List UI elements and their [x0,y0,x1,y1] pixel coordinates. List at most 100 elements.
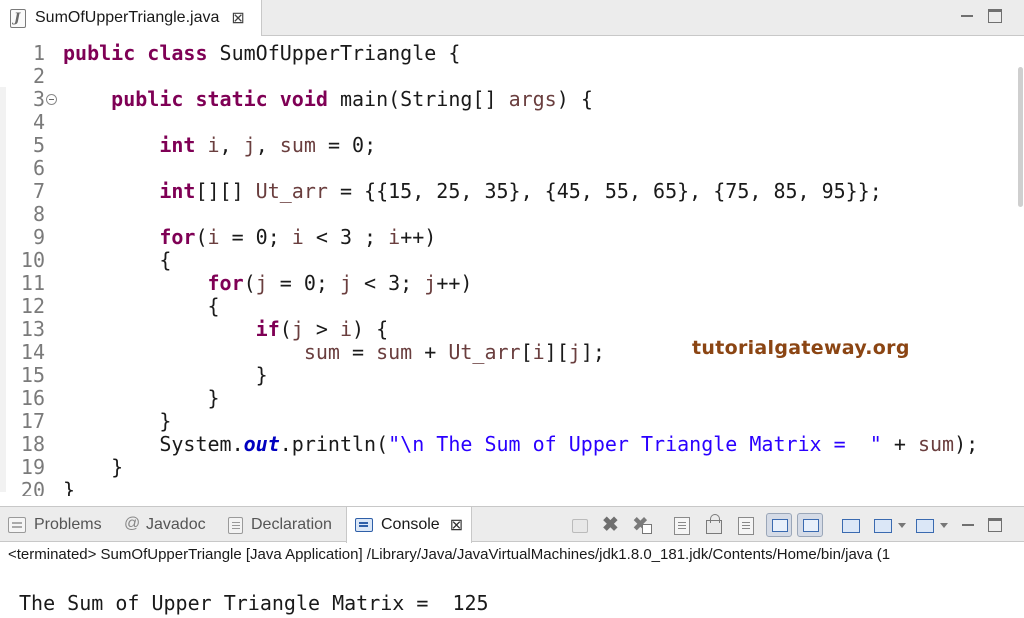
minimize-icon[interactable] [962,524,974,526]
line-number: 13 [20,317,45,341]
show-console-on-stdout-icon[interactable] [766,513,792,537]
code-token: = {{15, 25, 35}, {45, 55, 65}, {75, 85, … [327,179,882,203]
maximize-icon[interactable] [988,518,1002,532]
editor-scrollbar-thumb[interactable] [1018,67,1023,207]
tab-javadoc-label: Javadoc [146,516,206,533]
code-token: < 3 ; [303,225,389,249]
code-line[interactable]: 7 int[][] Ut_arr = {{15, 25, 35}, {45, 5… [0,180,1010,203]
code-line[interactable]: 17 } [0,410,1010,433]
code-token: } [63,409,172,433]
line-number: 5 [32,133,45,157]
field-token: out [243,432,280,456]
tab-problems-label: Problems [34,516,102,533]
variable-token: sum [303,340,340,364]
tab-console-label: Console [381,516,440,533]
line-number: 2 [32,64,45,88]
show-console-on-stderr-icon[interactable] [797,513,823,537]
editor-scrollbar[interactable] [1014,37,1024,496]
problems-icon [8,517,26,533]
chevron-down-icon[interactable] [940,523,948,528]
clear-page-icon[interactable] [674,517,690,535]
open-console-icon[interactable] [916,519,934,533]
code-line[interactable]: 13 if(j > i) { [0,318,1010,341]
code-line[interactable]: 18 System.out.println("\n The Sum of Upp… [0,433,1010,456]
code-token: < 3; [352,271,425,295]
code-token: + [881,432,918,456]
code-line[interactable]: 11 for(j = 0; j < 3; j++) [0,272,1010,295]
chevron-down-icon[interactable] [898,523,906,528]
console-status-line: <terminated> SumOfUpperTriangle [Java Ap… [8,546,891,563]
word-wrap-icon[interactable] [738,517,754,535]
variable-token: args [508,87,557,111]
code-text: if(j > i) { [63,318,388,341]
console-view-tab-bar: Problems Javadoc Declaration Console ⊠ [0,506,1024,543]
code-line[interactable]: 2 [0,65,1010,88]
close-icon[interactable]: ⊠ [450,515,463,535]
code-line[interactable]: 10 { [0,249,1010,272]
console-output[interactable]: The Sum of Upper Triangle Matrix = 125 [19,591,489,615]
variable-token: sum [917,432,955,456]
code-line[interactable]: 15 } [0,364,1010,387]
line-number: 15 [20,363,45,387]
terminate-icon[interactable] [602,512,622,530]
code-token: ); [954,432,979,456]
variable-token: j [255,271,268,295]
code-token: .println( [279,432,389,456]
code-text: sum = sum + Ut_arr[i][j]; [63,341,605,364]
line-number: 20 [20,478,45,497]
code-line[interactable]: 16 } [0,387,1010,410]
code-line[interactable]: 6 [0,157,1010,180]
tab-declaration[interactable]: Declaration [228,507,332,543]
line-number: 7 [32,179,45,203]
variable-token: j [339,271,353,295]
collapse-icon[interactable] [46,94,57,105]
tab-problems[interactable]: Problems [8,507,102,543]
code-line[interactable]: 19 } [0,456,1010,479]
code-line[interactable]: 8 [0,203,1010,226]
code-token: = 0; [315,133,377,157]
code-line[interactable]: 1 public class SumOfUpperTriangle { [0,42,1010,65]
code-line[interactable]: 20} [0,478,1010,497]
variable-token: j [568,340,581,364]
code-line[interactable]: 9 for(i = 0; i < 3 ; i++) [0,226,1010,249]
tab-console[interactable]: Console ⊠ [346,507,473,543]
scroll-lock-icon[interactable] [706,514,722,534]
remove-all-terminated-icon[interactable] [632,512,652,534]
code-text: } [63,479,75,497]
variable-token: j [424,271,437,295]
code-editor[interactable]: tutorialgateway.org 1 public class SumOfU… [0,37,1024,496]
code-line[interactable]: 12 { [0,295,1010,318]
variable-token: Ut_arr [255,179,328,203]
maximize-icon[interactable] [988,9,1002,23]
line-number: 14 [20,340,45,364]
pin-console-icon[interactable] [842,519,860,533]
code-token: System. [63,432,244,456]
code-text: int i, j, sum = 0; [63,134,376,157]
line-number: 12 [20,294,45,318]
display-selected-console-icon[interactable] [874,519,892,533]
variable-token: i [207,225,220,249]
keyword-token: for [159,225,196,249]
close-icon[interactable]: ⊠ [231,8,244,28]
code-line[interactable]: 14 sum = sum + Ut_arr[i][j]; [0,341,1010,364]
line-number: 3 [32,87,45,111]
code-token: SumOfUpperTriangle { [207,41,461,65]
line-number: 8 [32,202,45,226]
minimize-icon[interactable] [960,9,974,23]
clear-console-icon[interactable] [572,519,588,533]
line-number: 6 [32,156,45,180]
code-text: } [63,387,219,410]
code-token: , [255,133,280,157]
code-line[interactable]: 5 int i, j, sum = 0; [0,134,1010,157]
code-line[interactable]: 3 public static void main(String[] args)… [0,88,1010,111]
code-line[interactable]: 4 [0,111,1010,134]
keyword-token: public [111,87,184,111]
variable-token: sum [376,340,413,364]
line-number: 9 [32,225,45,249]
code-token: ( [243,271,256,295]
editor-tab-bar: SumOfUpperTriangle.java ⊠ [0,0,1024,36]
tab-javadoc[interactable]: Javadoc [124,507,206,543]
editor-tab-sumofuppertriangle[interactable]: SumOfUpperTriangle.java ⊠ [0,0,262,36]
